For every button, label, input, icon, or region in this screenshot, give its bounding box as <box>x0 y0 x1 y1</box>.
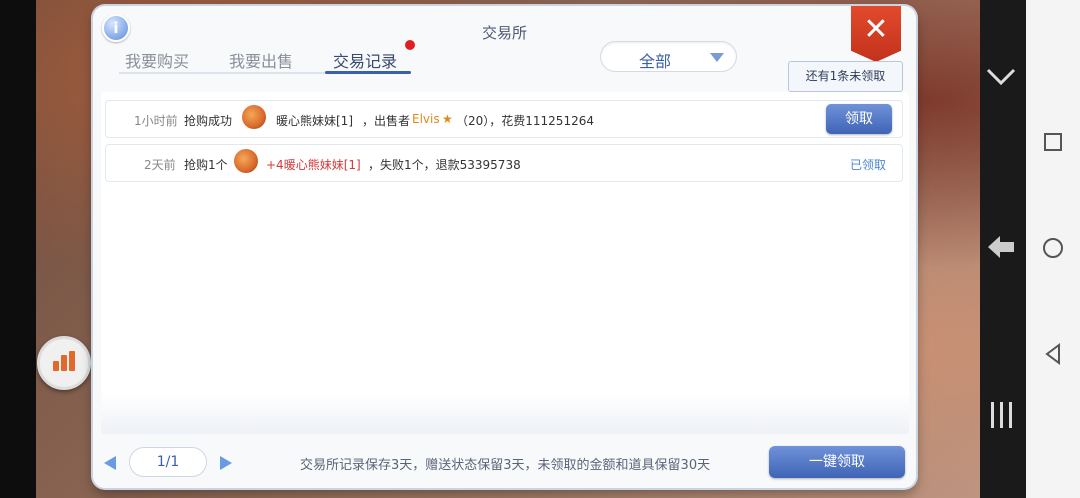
home-icon[interactable] <box>1033 236 1073 266</box>
chevron-down-icon[interactable] <box>981 66 1021 94</box>
recents-icon[interactable] <box>1033 130 1073 160</box>
close-button[interactable]: ✕ <box>851 6 901 62</box>
unclaimed-tooltip: 还有1条未领取 <box>788 61 903 92</box>
star-icon: ★ <box>442 112 453 126</box>
tab-trade-records[interactable]: 交易记录 <box>333 48 397 72</box>
record-list: 1小时前 抢购成功 暖心熊妹妹[1] ，出售者 Elvis ★ （20），花费1… <box>101 92 909 434</box>
record-detail: （20），花费111251264 <box>456 114 594 128</box>
record-item: +4暖心熊妹妹[1] <box>266 158 361 172</box>
list-item: 1小时前 抢购成功 暖心熊妹妹[1] ，出售者 Elvis ★ （20），花费1… <box>105 100 903 138</box>
notification-dot <box>405 40 415 50</box>
menu-icon[interactable] <box>981 400 1021 436</box>
record-detail: ，失败1个，退款53395738 <box>368 158 521 172</box>
system-nav-bar <box>1026 0 1080 498</box>
record-time: 1小时前 <box>134 114 178 128</box>
filter-dropdown[interactable]: 全部 <box>600 41 737 72</box>
bear-item-icon <box>234 149 258 173</box>
back-arrow-icon[interactable] <box>981 232 1021 268</box>
stats-button[interactable] <box>37 336 91 390</box>
next-page-icon[interactable] <box>220 456 232 470</box>
claim-button[interactable]: 领取 <box>826 104 892 134</box>
close-icon: ✕ <box>863 12 889 47</box>
page-indicator: 1/1 <box>129 447 207 477</box>
seller-name: Elvis <box>412 112 440 126</box>
window-title: 交易所 <box>481 24 527 42</box>
record-action: 抢购成功 <box>184 114 233 128</box>
prev-page-icon[interactable] <box>104 456 116 470</box>
list-item: 2天前 抢购1个 +4暖心熊妹妹[1] ，失败1个，退款53395738 已领取 <box>105 144 903 182</box>
record-time: 2天前 <box>144 158 176 172</box>
record-action: 抢购1个 <box>184 158 228 172</box>
retention-note: 交易所记录保存3天，赠送状态保留3天，未领取的金额和道具保留30天 <box>300 458 711 473</box>
claimed-status: 已领取 <box>850 158 887 172</box>
filter-selected: 全部 <box>639 52 672 71</box>
chevron-down-icon <box>710 53 724 62</box>
stats-icon <box>53 361 59 371</box>
bear-item-icon <box>242 105 266 129</box>
active-tab-indicator <box>325 71 411 74</box>
exchange-window: i 交易所 我要购买 我要出售 交易记录 全部 ✕ 还有1条未领取 1小时前 抢… <box>93 6 916 488</box>
back-icon[interactable] <box>1033 342 1073 372</box>
record-item: 暖心熊妹妹[1] <box>276 114 353 128</box>
tab-buy[interactable]: 我要购买 <box>125 48 189 72</box>
record-detail-prefix: ，出售者 <box>362 114 411 128</box>
tab-sell[interactable]: 我要出售 <box>229 48 293 72</box>
claim-all-button[interactable]: 一键领取 <box>769 446 905 478</box>
left-screen-edge <box>0 0 36 498</box>
